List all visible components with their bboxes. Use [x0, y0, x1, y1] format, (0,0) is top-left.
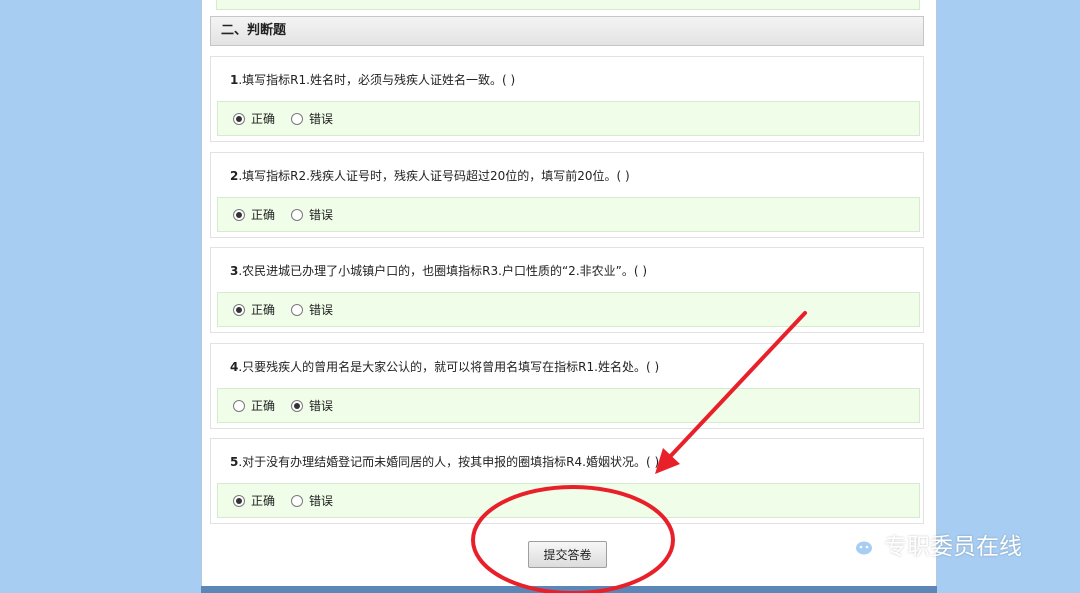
question-card: 5.对于没有办理结婚登记而未婚同居的人，按其申报的圈填指标R4.婚姻状况。( )… [210, 438, 924, 524]
option-label: 正确 [251, 399, 276, 413]
option-true[interactable]: 正确 [233, 398, 275, 414]
option-true[interactable]: 正确 [233, 302, 275, 318]
question-card: 2.填写指标R2.残疾人证号时，残疾人证号码超过20位的，填写前20位。( ) … [210, 152, 924, 238]
option-label: 错误 [309, 494, 334, 508]
question-text: 3.农民进城已办理了小城镇户口的，也圈填指标R3.户口性质的“2.非农业”。( … [230, 262, 647, 279]
question-body: .填写指标R2.残疾人证号时，残疾人证号码超过20位的，填写前20位。( ) [238, 169, 630, 183]
option-false[interactable]: 错误 [291, 493, 333, 509]
option-label: 正确 [251, 208, 276, 222]
option-true[interactable]: 正确 [233, 111, 275, 127]
question-body: .填写指标R1.姓名时，必须与残疾人证姓名一致。( ) [238, 73, 516, 87]
option-false[interactable]: 错误 [291, 111, 333, 127]
question-body: .只要残疾人的曾用名是大家公认的，就可以将曾用名填写在指标R1.姓名处。( ) [238, 360, 660, 374]
answer-options: 正确 错误 [217, 197, 920, 232]
question-text: 4.只要残疾人的曾用名是大家公认的，就可以将曾用名填写在指标R1.姓名处。( ) [230, 358, 659, 375]
option-label: 正确 [251, 303, 276, 317]
option-label: 错误 [309, 303, 334, 317]
section-title: 二、判断题 [221, 23, 287, 38]
question-card: 4.只要残疾人的曾用名是大家公认的，就可以将曾用名填写在指标R1.姓名处。( )… [210, 343, 924, 429]
option-false[interactable]: 错误 [291, 207, 333, 223]
option-label: 错误 [309, 208, 334, 222]
question-text: 5.对于没有办理结婚登记而未婚同居的人，按其申报的圈填指标R4.婚姻状况。( ) [230, 453, 659, 470]
radio-button[interactable] [233, 304, 245, 316]
radio-button[interactable] [291, 400, 303, 412]
question-card: 1.填写指标R1.姓名时，必须与残疾人证姓名一致。( ) 正确 错误 [210, 56, 924, 142]
radio-button[interactable] [291, 209, 303, 221]
section-header: 二、判断题 [210, 16, 924, 46]
question-text: 2.填写指标R2.残疾人证号时，残疾人证号码超过20位的，填写前20位。( ) [230, 167, 630, 184]
panel-bottom-bar [201, 586, 937, 593]
radio-button[interactable] [233, 495, 245, 507]
radio-button[interactable] [233, 113, 245, 125]
option-label: 错误 [309, 112, 334, 126]
radio-button[interactable] [291, 495, 303, 507]
option-false[interactable]: 错误 [291, 398, 333, 414]
answer-options: 正确 错误 [217, 292, 920, 327]
question-card: 3.农民进城已办理了小城镇户口的，也圈填指标R3.户口性质的“2.非农业”。( … [210, 247, 924, 333]
submit-button[interactable]: 提交答卷 [528, 541, 607, 568]
radio-button[interactable] [233, 209, 245, 221]
radio-button[interactable] [291, 304, 303, 316]
option-true[interactable]: 正确 [233, 207, 275, 223]
answer-options: 正确 错误 [217, 101, 920, 136]
wechat-icon [839, 530, 874, 557]
option-false[interactable]: 错误 [291, 302, 333, 318]
question-text: 1.填写指标R1.姓名时，必须与残疾人证姓名一致。( ) [230, 71, 515, 88]
watermark-text: 专职委员在线 [884, 534, 1022, 560]
option-true[interactable]: 正确 [233, 493, 275, 509]
watermark: 专职委员在线 [838, 527, 1022, 561]
answer-options: 正确 错误 [217, 483, 920, 518]
radio-button[interactable] [233, 400, 245, 412]
question-body: .对于没有办理结婚登记而未婚同居的人，按其申报的圈填指标R4.婚姻状况。( ) [238, 455, 660, 469]
radio-button[interactable] [291, 113, 303, 125]
question-body: .农民进城已办理了小城镇户口的，也圈填指标R3.户口性质的“2.非农业”。( ) [238, 264, 648, 278]
option-label: 正确 [251, 494, 276, 508]
option-label: 错误 [309, 399, 334, 413]
previous-question-options-tail [216, 0, 920, 10]
answer-options: 正确 错误 [217, 388, 920, 423]
option-label: 正确 [251, 112, 276, 126]
